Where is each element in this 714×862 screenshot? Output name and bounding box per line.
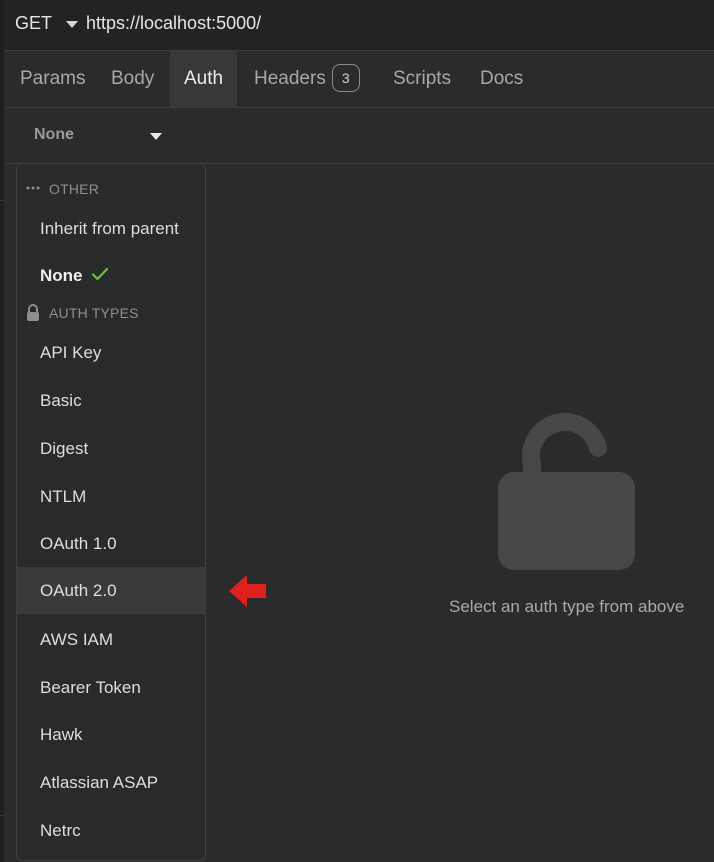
menu-item-netrc[interactable]: Netrc [17,807,205,854]
url-bar: GET https://localhost:5000/ [4,0,714,51]
auth-type-dropdown: OTHER Inherit from parent None AUTH TYPE… [16,163,206,861]
tab-auth[interactable]: Auth [170,51,238,107]
chevron-down-icon[interactable] [150,133,162,140]
menu-item-label: Netrc [40,821,81,840]
checkmark-icon [91,267,109,281]
menu-item-hawk[interactable]: Hawk [17,711,205,758]
menu-item-oauth-1[interactable]: OAuth 1.0 [17,520,205,567]
tab-headers[interactable]: Headers 3 [254,51,360,107]
tab-params[interactable]: Params [20,51,85,107]
menu-item-label: OAuth 1.0 [40,534,117,553]
menu-item-oauth-2[interactable]: OAuth 2.0 [17,567,205,614]
menu-item-label: API Key [40,343,102,362]
tab-docs[interactable]: Docs [480,51,523,107]
menu-item-atlassian-asap[interactable]: Atlassian ASAP [17,759,205,806]
tab-body[interactable]: Body [111,51,154,107]
menu-item-label: Digest [40,439,89,458]
menu-item-label: AWS IAM [40,630,114,649]
menu-item-ntlm[interactable]: NTLM [17,473,205,520]
menu-item-label: Bearer Token [40,678,141,697]
empty-state-text: Select an auth type from above [449,597,685,616]
auth-type-select[interactable]: None [34,126,74,144]
red-arrow-annotation [229,575,266,607]
section-auth-types: AUTH TYPES [17,301,205,327]
menu-item-basic[interactable]: Basic [17,377,205,424]
method-label[interactable]: GET [15,13,52,34]
method-dropdown-icon[interactable] [66,21,78,28]
menu-item-aws-iam[interactable]: AWS IAM [17,616,205,663]
menu-item-api-key[interactable]: API Key [17,329,205,376]
menu-item-label: OAuth 2.0 [40,581,117,600]
headers-count-badge: 3 [331,63,360,92]
menu-item-label: Hawk [40,725,83,744]
tab-headers-label: Headers [254,68,326,89]
menu-item-label: Basic [40,391,82,410]
unlock-icon [498,412,638,577]
tab-scripts[interactable]: Scripts [393,51,451,107]
menu-item-label: NTLM [40,487,87,506]
section-auth-types-label: AUTH TYPES [49,305,139,321]
menu-item-none-label: None [40,266,83,285]
more-dots-icon [26,186,40,190]
menu-item-bearer-token[interactable]: Bearer Token [17,664,205,711]
section-other: OTHER [17,177,205,203]
menu-item-none[interactable]: None [17,252,205,299]
section-other-label: OTHER [49,181,99,197]
auth-type-row: None [4,108,714,164]
menu-item-label: Atlassian ASAP [40,773,159,792]
menu-item-inherit-label: Inherit from parent [40,219,179,238]
request-tabs: Params Body Auth Headers 3 Scripts Docs [4,51,714,108]
menu-item-inherit[interactable]: Inherit from parent [17,205,205,252]
lock-icon [27,304,39,321]
url-input[interactable]: https://localhost:5000/ [86,13,261,34]
menu-item-digest[interactable]: Digest [17,425,205,472]
